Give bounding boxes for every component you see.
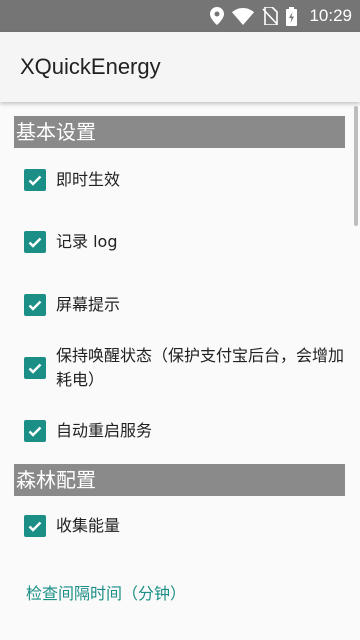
setting-label: 屏幕提示 xyxy=(56,295,121,314)
status-time: 10:29 xyxy=(309,6,352,25)
checkbox-auto-restart[interactable] xyxy=(24,420,46,442)
check-icon xyxy=(28,300,42,311)
check-icon xyxy=(28,426,42,437)
setting-auto-restart[interactable]: 自动重启服务 xyxy=(24,419,344,443)
wifi-icon xyxy=(232,7,255,25)
setting-label: 保持唤醒状态（保护支付宝后台，会增加耗电） xyxy=(56,346,345,389)
setting-instant-effect[interactable]: 即时生效 xyxy=(24,168,344,192)
section-basic-settings: 基本设置 xyxy=(14,116,345,148)
checkbox-record-log[interactable] xyxy=(24,231,46,253)
setting-record-log[interactable]: 记录 log xyxy=(24,230,344,254)
app-bar: XQuickEnergy xyxy=(0,32,360,102)
check-icon xyxy=(28,175,42,186)
status-icons: 10:29 xyxy=(210,0,352,32)
scrollbar[interactable] xyxy=(354,106,358,226)
checkbox-keep-awake[interactable] xyxy=(24,357,46,379)
location-icon xyxy=(210,7,225,25)
no-sim-icon xyxy=(262,7,279,25)
setting-label: 收集能量 xyxy=(56,516,121,535)
checkbox-screen-tips[interactable] xyxy=(24,294,46,316)
section-forest-config: 森林配置 xyxy=(14,464,345,496)
setting-label: 记录 log xyxy=(56,232,118,251)
setting-screen-tips[interactable]: 屏幕提示 xyxy=(24,293,344,317)
battery-charging-icon xyxy=(286,6,298,26)
checkbox-collect-energy[interactable] xyxy=(24,515,46,537)
check-icon xyxy=(28,521,42,532)
setting-label: 自动重启服务 xyxy=(56,421,153,440)
status-bar: 10:29 xyxy=(0,0,360,32)
check-icon xyxy=(28,237,42,248)
setting-label: 即时生效 xyxy=(56,170,121,189)
settings-list[interactable]: 基本设置 即时生效 记录 log 屏幕提示 保持唤醒状态（保护支付宝后台，会增加… xyxy=(0,102,360,640)
check-icon xyxy=(28,363,42,374)
setting-collect-energy[interactable]: 收集能量 xyxy=(24,514,344,538)
checkbox-instant-effect[interactable] xyxy=(24,169,46,191)
check-interval-link[interactable]: 检查间隔时间（分钟） xyxy=(26,580,186,604)
app-title: XQuickEnergy xyxy=(20,54,161,79)
setting-keep-awake[interactable]: 保持唤醒状态（保护支付宝后台，会增加耗电） xyxy=(24,344,344,392)
